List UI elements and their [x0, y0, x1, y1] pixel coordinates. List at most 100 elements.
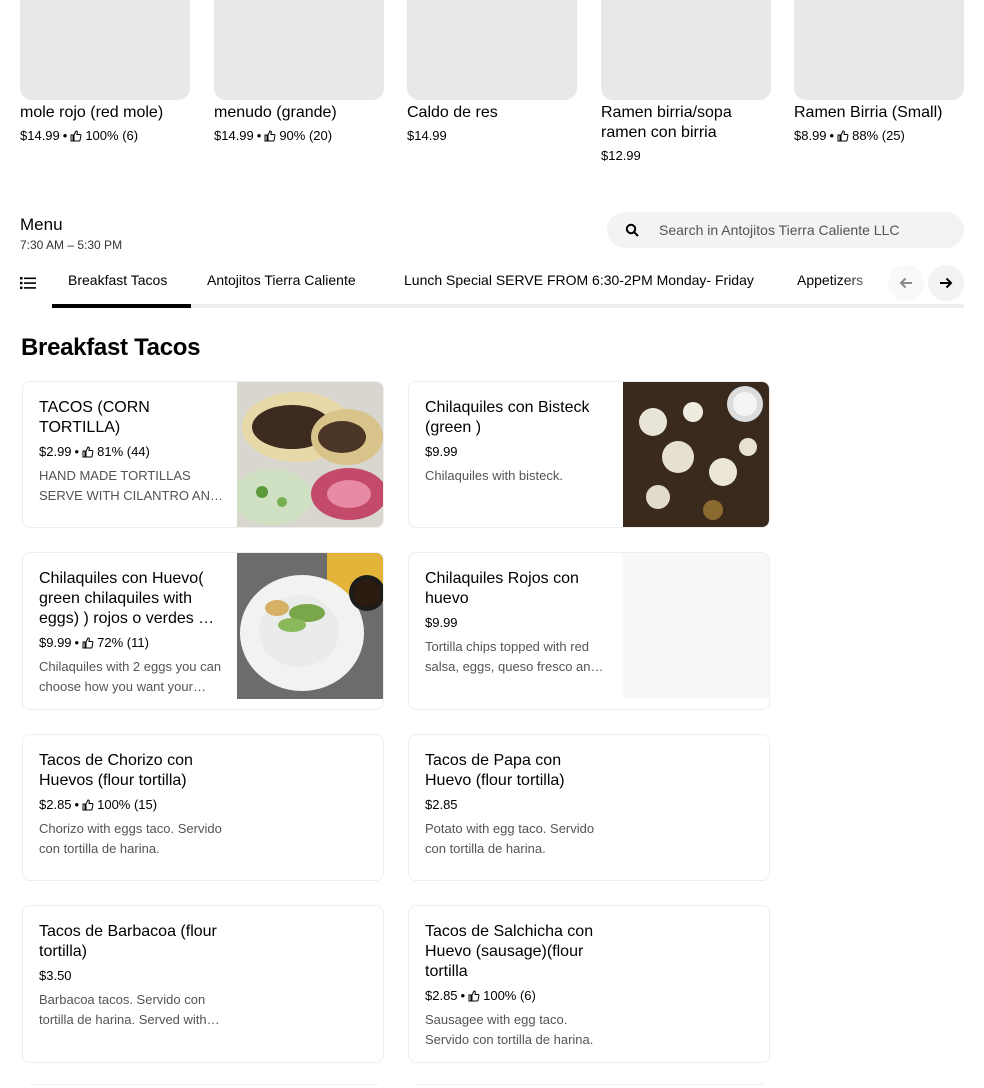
- tab-active-indicator: [52, 304, 191, 308]
- featured-item-name: menudo (grande): [214, 104, 337, 121]
- menu-item-rating: 81% (44): [97, 444, 150, 459]
- separator-dot: •: [74, 444, 80, 459]
- thumbs-up-icon: [837, 130, 849, 142]
- thumbs-up-icon: [468, 990, 480, 1002]
- section-title: Breakfast Tacos: [21, 334, 201, 361]
- separator-dot: •: [74, 797, 80, 812]
- menu-item-card[interactable]: Tacos de Chorizo con Huevos (flour torti…: [22, 734, 384, 881]
- tacos-photo: [237, 382, 383, 527]
- menu-item-card[interactable]: Tacos de Barbacoa (flour tortilla) $3.50…: [22, 905, 384, 1063]
- menu-item-text: Chilaquiles con Bisteck (green ) $9.99 C…: [425, 398, 609, 486]
- menu-item-meta: $9.99: [425, 613, 609, 633]
- menu-item-description: Barbacoa tacos. Servido con tortilla de …: [39, 992, 207, 1027]
- featured-item-image: [794, 0, 964, 100]
- menu-item-description: HAND MADE TORTILLAS SERVE WITH CILANTRO …: [39, 468, 220, 503]
- menu-item-card[interactable]: Chilaquiles Rojos con huevo $9.99 Tortil…: [408, 552, 770, 710]
- featured-item-meta: $12.99: [601, 146, 771, 166]
- thumbs-up-icon: [82, 799, 94, 811]
- menu-item-name: Chilaquiles con Huevo( green chilaquiles…: [39, 570, 215, 627]
- featured-item-rating: 100% (6): [85, 128, 139, 143]
- image-placeholder: [623, 553, 769, 699]
- menu-item-text: Tacos de Salchicha con Huevo (sausage)(f…: [425, 922, 609, 1050]
- tab-lunch-special[interactable]: Lunch Special SERVE FROM 6:30-2PM Monday…: [404, 272, 754, 288]
- menu-item-name: Tacos de Barbacoa (flour tortilla): [39, 923, 217, 960]
- scroll-left-button[interactable]: [888, 265, 924, 301]
- menu-item-rating: 100% (15): [97, 797, 158, 812]
- featured-item-meta: $14.99: [407, 126, 577, 146]
- thumbs-up-icon: [264, 130, 276, 142]
- menu-item-name: Tacos de Chorizo con Huevos (flour torti…: [39, 752, 193, 789]
- next-card-edge: [30, 1084, 378, 1088]
- menu-item-meta: $2.85 • 100% (6): [425, 986, 609, 1006]
- arrow-right-icon: [940, 277, 953, 289]
- menu-hours: 7:30 AM – 5:30 PM: [20, 238, 123, 252]
- featured-item-name: Ramen Birria (Small): [794, 104, 943, 121]
- menu-item-text: TACOS (CORN TORTILLA) $2.99 • 81% (44) H…: [39, 398, 223, 506]
- thumbs-up-icon: [82, 446, 94, 458]
- menu-item-card[interactable]: Tacos de Salchicha con Huevo (sausage)(f…: [408, 905, 770, 1063]
- menu-item-description: Tortilla chips topped with red salsa, eg…: [425, 639, 598, 674]
- menu-item-card[interactable]: Tacos de Papa con Huevo (flour tortilla)…: [408, 734, 770, 881]
- chilaquiles-huevo-photo: [237, 553, 383, 699]
- search-input[interactable]: [659, 222, 949, 238]
- menu-item-rating: 72% (11): [97, 635, 149, 650]
- featured-item-price: $8.99: [794, 128, 827, 143]
- featured-item-price: $14.99: [20, 128, 60, 143]
- menu-search[interactable]: [607, 212, 964, 248]
- menu-item-name: TACOS (CORN TORTILLA): [39, 399, 150, 436]
- menu-item-description: Chorizo with eggs taco. Servido con tort…: [39, 821, 222, 856]
- featured-item[interactable]: mole rojo (red mole) $14.99 • 100% (6): [20, 0, 190, 146]
- featured-item[interactable]: Ramen birria/sopa ramen con birria $12.9…: [601, 0, 771, 166]
- menu-item-text: Tacos de Papa con Huevo (flour tortilla)…: [425, 751, 609, 859]
- separator-dot: •: [256, 128, 262, 143]
- featured-item-name: Ramen birria/sopa ramen con birria: [601, 104, 732, 141]
- search-icon: [625, 223, 639, 237]
- menu-item-description: Chilaquiles with 2 eggs you can choose h…: [39, 659, 222, 694]
- menu-item-price: $2.99: [39, 444, 72, 459]
- featured-item-rating: 90% (20): [279, 128, 333, 143]
- menu-item-description: Sausagee with egg taco. Servido con tort…: [425, 1012, 594, 1047]
- featured-item-image: [214, 0, 384, 100]
- menu-item-description: Potato with egg taco. Servido con tortil…: [425, 821, 595, 856]
- featured-item[interactable]: menudo (grande) $14.99 • 90% (20): [214, 0, 384, 146]
- featured-item-price: $14.99: [407, 128, 447, 143]
- separator-dot: •: [460, 988, 466, 1003]
- menu-item-price: $2.85: [425, 988, 458, 1003]
- separator-dot: •: [829, 128, 835, 143]
- menu-item-text: Chilaquiles con Huevo( green chilaquiles…: [39, 569, 223, 697]
- menu-item-price: $9.99: [39, 635, 72, 650]
- menu-item-price: $9.99: [425, 444, 458, 459]
- next-card-edge: [416, 1084, 764, 1088]
- featured-item-price: $12.99: [601, 148, 641, 163]
- featured-item-image: [20, 0, 190, 100]
- scroll-right-button[interactable]: [928, 265, 964, 301]
- arrow-left-icon: [899, 277, 912, 289]
- tab-antojitos-tierra-caliente[interactable]: Antojitos Tierra Caliente: [207, 272, 356, 288]
- featured-item[interactable]: Ramen Birria (Small) $8.99 • 88% (25): [794, 0, 964, 146]
- separator-dot: •: [62, 128, 68, 143]
- menu-item-meta: $2.85 • 100% (15): [39, 795, 223, 815]
- menu-item-card[interactable]: Chilaquiles con Huevo( green chilaquiles…: [22, 552, 384, 710]
- featured-item-meta: $14.99 • 90% (20): [214, 126, 384, 146]
- menu-item-card[interactable]: Chilaquiles con Bisteck (green ) $9.99 C…: [408, 381, 770, 528]
- featured-item-meta: $8.99 • 88% (25): [794, 126, 964, 146]
- menu-item-name: Chilaquiles Rojos con huevo: [425, 570, 579, 607]
- featured-item-image: [601, 0, 771, 100]
- featured-item-rating: 88% (25): [852, 128, 905, 143]
- featured-item[interactable]: Caldo de res $14.99: [407, 0, 577, 146]
- menu-item-meta: $2.85: [425, 795, 609, 815]
- menu-item-text: Tacos de Barbacoa (flour tortilla) $3.50…: [39, 922, 223, 1030]
- tab-breakfast-tacos[interactable]: Breakfast Tacos: [68, 272, 167, 288]
- menu-item-card[interactable]: TACOS (CORN TORTILLA) $2.99 • 81% (44) H…: [22, 381, 384, 528]
- menu-item-meta: $2.99 • 81% (44): [39, 442, 223, 462]
- separator-dot: •: [74, 635, 80, 650]
- featured-item-name: Caldo de res: [407, 104, 498, 121]
- list-icon[interactable]: [20, 275, 36, 291]
- menu-item-text: Tacos de Chorizo con Huevos (flour torti…: [39, 751, 223, 859]
- menu-item-price: $3.50: [39, 968, 72, 983]
- menu-title: Menu: [20, 215, 63, 234]
- thumbs-up-icon: [82, 637, 94, 649]
- menu-item-text: Chilaquiles Rojos con huevo $9.99 Tortil…: [425, 569, 609, 677]
- menu-item-rating: 100% (6): [483, 988, 536, 1003]
- menu-item-meta: $3.50: [39, 966, 223, 986]
